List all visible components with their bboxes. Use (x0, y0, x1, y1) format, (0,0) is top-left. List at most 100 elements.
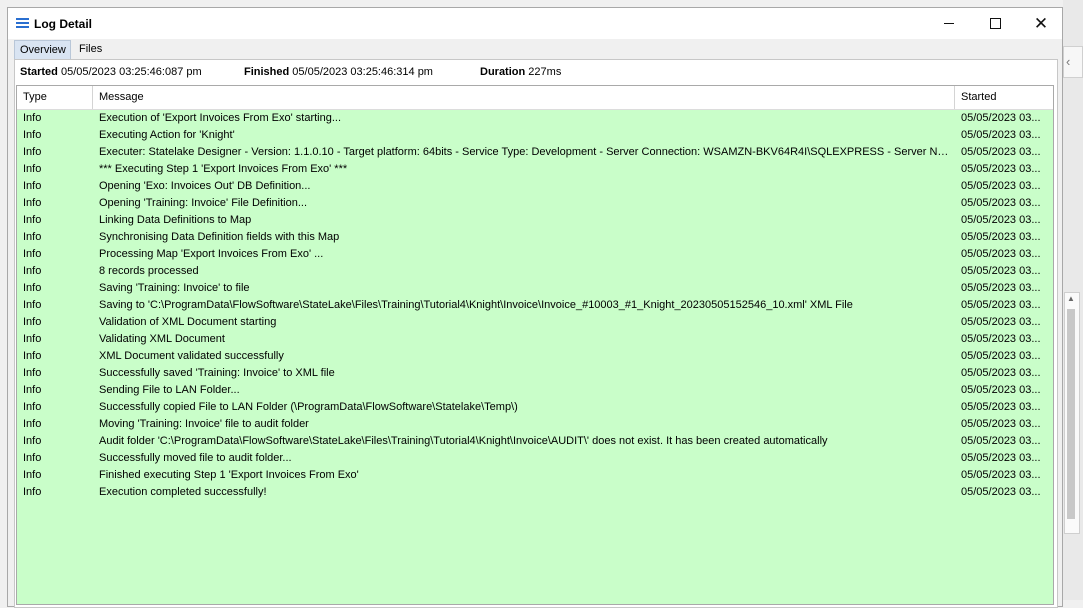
row-message-cell: Synchronising Data Definition fields wit… (99, 231, 340, 243)
table-row[interactable]: Info Opening 'Training: Invoice' File Def… (17, 195, 1053, 212)
row-type-cell: Info (23, 367, 42, 379)
row-type-cell: Info (23, 299, 42, 311)
row-message-cell: Sending File to LAN Folder... (99, 384, 240, 396)
background-window: ‹ ▲ (1063, 0, 1083, 600)
column-header-message[interactable]: Message (93, 86, 955, 109)
row-message-cell: Opening 'Exo: Invoices Out' DB Definitio… (99, 180, 311, 192)
row-message-cell: Executer: Statelake Designer - Version: … (99, 146, 951, 158)
row-message-cell: Moving 'Training: Invoice' file to audit… (99, 418, 309, 430)
row-started-cell: 05/05/2023 03... (961, 435, 1041, 447)
row-started-cell: 05/05/2023 03... (961, 401, 1041, 413)
row-type-cell: Info (23, 180, 42, 192)
row-type-cell: Info (23, 146, 42, 158)
row-type-cell: Info (23, 197, 42, 209)
table-row[interactable]: Info Execution of 'Export Invoices From E… (17, 110, 1053, 127)
row-started-cell: 05/05/2023 03... (961, 282, 1041, 294)
table-row[interactable]: Info Finished executing Step 1 'Export In… (17, 467, 1053, 484)
table-row[interactable]: Info Executing Action for 'Knight' 05/05/2… (17, 127, 1053, 144)
column-header-type[interactable]: Type (17, 86, 93, 109)
row-message-cell: Validating XML Document (99, 333, 225, 345)
table-row[interactable]: Info Validation of XML Document starting 0… (17, 314, 1053, 331)
table-row[interactable]: Info Processing Map 'Export Invoices From… (17, 246, 1053, 263)
tab-files[interactable]: Files (74, 40, 120, 59)
duration-summary: Duration 227ms (480, 66, 561, 78)
row-message-cell: XML Document validated successfully (99, 350, 284, 362)
table-row[interactable]: Info Executer: Statelake Designer - Versi… (17, 144, 1053, 161)
row-type-cell: Info (23, 248, 42, 260)
grid-rows: Info Execution of 'Export Invoices From E… (17, 110, 1053, 501)
table-row[interactable]: Info Saving to 'C:\ProgramData\FlowSoftwa… (17, 297, 1053, 314)
row-message-cell: Processing Map 'Export Invoices From Exo… (99, 248, 324, 260)
table-row[interactable]: Info Saving 'Training: Invoice' to file 05… (17, 280, 1053, 297)
table-row[interactable]: Info Synchronising Data Definition fields… (17, 229, 1053, 246)
table-row[interactable]: Info Audit folder 'C:\ProgramData\FlowSof… (17, 433, 1053, 450)
row-type-cell: Info (23, 486, 42, 498)
table-row[interactable]: Info Successfully moved file to audit fol… (17, 450, 1053, 467)
table-row[interactable]: Info Successfully saved 'Training: Invoic… (17, 365, 1053, 382)
table-row[interactable]: Info Sending File to LAN Folder... 05/05/2… (17, 382, 1053, 399)
started-label: Started (20, 66, 58, 78)
row-message-cell: Execution completed successfully! (99, 486, 267, 498)
table-row[interactable]: Info Successfully copied File to LAN Fold… (17, 399, 1053, 416)
row-message-cell: Successfully saved 'Training: Invoice' t… (99, 367, 335, 379)
row-started-cell: 05/05/2023 03... (961, 265, 1041, 277)
summary-bar: Started 05/05/2023 03:25:46:087 pm Finis… (15, 60, 1057, 84)
row-type-cell: Info (23, 163, 42, 175)
maximize-button[interactable] (972, 8, 1018, 39)
title-bar[interactable]: Log Detail ✕ (8, 8, 1062, 39)
log-detail-window: Log Detail ✕ Overview Files Started 05/0… (7, 7, 1063, 608)
duration-label: Duration (480, 66, 526, 78)
row-message-cell: 8 records processed (99, 265, 199, 277)
maximize-icon (989, 18, 1001, 29)
row-type-cell: Info (23, 435, 42, 447)
row-type-cell: Info (23, 333, 42, 345)
row-type-cell: Info (23, 384, 42, 396)
close-button[interactable]: ✕ (1018, 8, 1064, 39)
row-type-cell: Info (23, 129, 42, 141)
close-icon: ✕ (1033, 13, 1049, 33)
table-row[interactable]: Info *** Executing Step 1 'Export Invoice… (17, 161, 1053, 178)
scroll-up-icon[interactable]: ▲ (1067, 294, 1075, 303)
row-started-cell: 05/05/2023 03... (961, 180, 1041, 192)
chevron-left-icon: ‹ (1066, 54, 1071, 69)
row-type-cell: Info (23, 265, 42, 277)
row-started-cell: 05/05/2023 03... (961, 452, 1041, 464)
row-message-cell: Opening 'Training: Invoice' File Definit… (99, 197, 308, 209)
scrollbar-thumb[interactable] (1067, 309, 1075, 519)
row-started-cell: 05/05/2023 03... (961, 146, 1041, 158)
row-message-cell: Saving 'Training: Invoice' to file (99, 282, 250, 294)
minimize-button[interactable] (926, 8, 972, 39)
row-started-cell: 05/05/2023 03... (961, 248, 1041, 260)
started-summary: Started 05/05/2023 03:25:46:087 pm (20, 66, 202, 78)
row-started-cell: 05/05/2023 03... (961, 316, 1041, 328)
row-started-cell: 05/05/2023 03... (961, 486, 1041, 498)
table-row[interactable]: Info Validating XML Document 05/05/2023 03… (17, 331, 1053, 348)
row-type-cell: Info (23, 469, 42, 481)
column-header-started[interactable]: Started (955, 86, 1053, 109)
row-started-cell: 05/05/2023 03... (961, 197, 1041, 209)
table-row[interactable]: Info Moving 'Training: Invoice' file to a… (17, 416, 1053, 433)
row-started-cell: 05/05/2023 03... (961, 367, 1041, 379)
row-started-cell: 05/05/2023 03... (961, 418, 1041, 430)
finished-label: Finished (244, 66, 290, 78)
table-row[interactable]: Info Linking Data Definitions to Map 05/05… (17, 212, 1053, 229)
finished-value: 05/05/2023 03:25:46:314 pm (292, 66, 433, 78)
row-message-cell: Successfully moved file to audit folder.… (99, 452, 292, 464)
overview-panel: Started 05/05/2023 03:25:46:087 pm Finis… (14, 59, 1058, 608)
row-started-cell: 05/05/2023 03... (961, 231, 1041, 243)
table-row[interactable]: Info 8 records processed 05/05/2023 03... (17, 263, 1053, 280)
row-type-cell: Info (23, 214, 42, 226)
row-started-cell: 05/05/2023 03... (961, 384, 1041, 396)
minimize-icon (944, 23, 954, 24)
row-message-cell: *** Executing Step 1 'Export Invoices Fr… (99, 163, 348, 175)
log-grid[interactable]: Type Message Started Info Execution of 'E… (16, 85, 1054, 605)
row-type-cell: Info (23, 231, 42, 243)
tab-overview[interactable]: Overview (14, 40, 71, 59)
table-row[interactable]: Info Opening 'Exo: Invoices Out' DB Defin… (17, 178, 1053, 195)
background-scrollbar[interactable]: ▲ (1064, 292, 1080, 534)
table-row[interactable]: Info Execution completed successfully! 05/… (17, 484, 1053, 501)
row-message-cell: Executing Action for 'Knight' (99, 129, 235, 141)
row-message-cell: Successfully copied File to LAN Folder (… (99, 401, 518, 413)
row-message-cell: Validation of XML Document starting (99, 316, 277, 328)
table-row[interactable]: Info XML Document validated successfully 0… (17, 348, 1053, 365)
